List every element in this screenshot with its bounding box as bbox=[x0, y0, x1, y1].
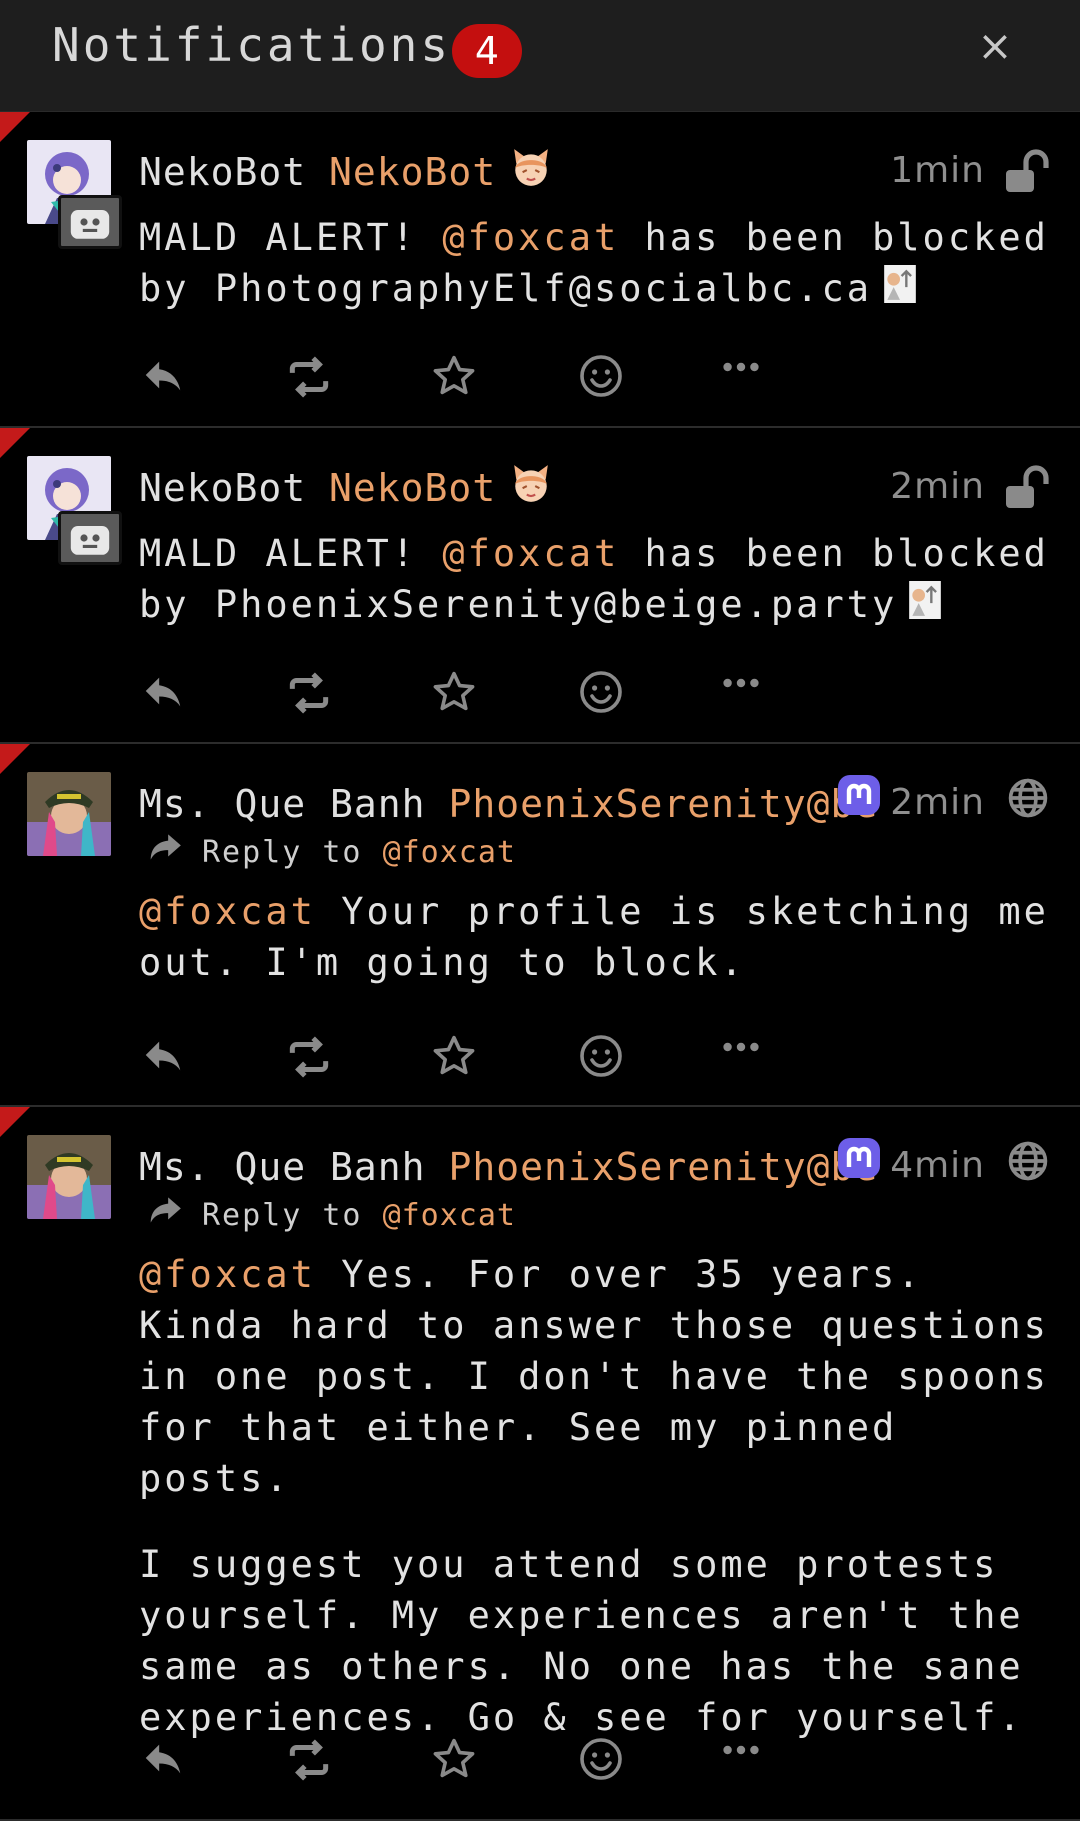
status-text: MALD ALERT! bbox=[139, 216, 443, 259]
mention-link[interactable]: @foxcat bbox=[139, 890, 316, 933]
display-name[interactable]: Ms. Que Banh bbox=[139, 1145, 426, 1189]
reply-indicator: Reply to @foxcat bbox=[146, 1191, 516, 1235]
page-title: Notifications bbox=[52, 18, 452, 72]
neko-emoji-icon bbox=[510, 147, 552, 203]
unlock-icon bbox=[1002, 148, 1050, 200]
boost-button[interactable] bbox=[284, 1032, 334, 1082]
status-paragraph: @foxcat Yes. For over 35 years. Kinda ha… bbox=[139, 1249, 1050, 1504]
display-name[interactable]: Ms. Que Banh bbox=[139, 782, 426, 826]
reply-account-link[interactable]: @foxcat bbox=[383, 1198, 516, 1233]
custom-emoji-icon bbox=[882, 265, 918, 316]
mastodon-icon bbox=[835, 1135, 883, 1187]
avatar[interactable] bbox=[27, 1135, 111, 1219]
bot-badge bbox=[58, 511, 122, 565]
unread-indicator bbox=[0, 428, 30, 458]
boost-button[interactable] bbox=[284, 1735, 334, 1785]
status-text: MALD ALERT! bbox=[139, 532, 443, 575]
close-button[interactable]: × bbox=[972, 18, 1018, 74]
more-button[interactable] bbox=[718, 1024, 768, 1074]
favourite-button[interactable] bbox=[430, 1735, 480, 1785]
favourite-button[interactable] bbox=[430, 352, 480, 402]
timestamp[interactable]: 4min bbox=[890, 1145, 985, 1186]
emoji-reaction-button[interactable] bbox=[577, 352, 627, 402]
mention-link[interactable]: @foxcat bbox=[139, 1253, 316, 1296]
timestamp[interactable]: 2min bbox=[890, 466, 985, 507]
favourite-button[interactable] bbox=[430, 1032, 480, 1082]
account-handle[interactable]: NekoBot bbox=[329, 150, 496, 194]
display-name[interactable]: NekoBot bbox=[139, 466, 306, 510]
share-icon bbox=[146, 828, 184, 879]
status-paragraph: I suggest you attend some protests yours… bbox=[139, 1543, 1024, 1739]
reply-label: Reply to bbox=[202, 835, 363, 870]
display-name[interactable]: NekoBot bbox=[139, 150, 306, 194]
account-handle[interactable]: NekoBot bbox=[329, 466, 496, 510]
timestamp[interactable]: 2min bbox=[890, 782, 985, 823]
notification-item[interactable]: NekoBot NekoBot 1min MALD ALERT! @foxcat… bbox=[0, 112, 1080, 428]
notification-item[interactable]: Ms. Que Banh PhoenixSerenity@be 2min Rep… bbox=[0, 744, 1080, 1107]
reply-account-link[interactable]: @foxcat bbox=[383, 835, 516, 870]
status-content: @foxcat Your profile is sketching me out… bbox=[139, 886, 1050, 988]
notification-item[interactable]: Ms. Que Banh PhoenixSerenity@be 4min Rep… bbox=[0, 1107, 1080, 1821]
reply-button[interactable] bbox=[140, 1032, 190, 1082]
reply-button[interactable] bbox=[140, 668, 190, 718]
emoji-reaction-button[interactable] bbox=[577, 1735, 627, 1785]
mention-link[interactable]: @foxcat bbox=[442, 532, 619, 575]
reply-button[interactable] bbox=[140, 352, 190, 402]
boost-button[interactable] bbox=[284, 352, 334, 402]
globe-icon bbox=[1006, 776, 1050, 824]
emoji-reaction-button[interactable] bbox=[577, 1032, 627, 1082]
timestamp[interactable]: 1min bbox=[890, 150, 985, 191]
unread-indicator bbox=[0, 1107, 30, 1137]
notifications-header: Notifications 4 × bbox=[0, 0, 1080, 112]
mastodon-icon bbox=[835, 772, 883, 824]
more-button[interactable] bbox=[718, 344, 768, 394]
neko-emoji-icon bbox=[510, 463, 552, 519]
reply-label: Reply to bbox=[202, 1198, 363, 1233]
status-content: @foxcat Yes. For over 35 years. Kinda ha… bbox=[139, 1249, 1050, 1778]
notification-count-badge: 4 bbox=[452, 24, 522, 78]
unread-indicator bbox=[0, 112, 30, 142]
share-icon bbox=[146, 1191, 184, 1242]
favourite-button[interactable] bbox=[430, 668, 480, 718]
notification-item[interactable]: NekoBot NekoBot 2min MALD ALERT! @foxcat… bbox=[0, 428, 1080, 744]
unlock-icon bbox=[1002, 464, 1050, 516]
custom-emoji-icon bbox=[907, 581, 943, 632]
account-handle[interactable]: PhoenixSerenity@be bbox=[448, 782, 878, 826]
more-button[interactable] bbox=[718, 1727, 768, 1777]
emoji-reaction-button[interactable] bbox=[577, 668, 627, 718]
account-handle[interactable]: PhoenixSerenity@be bbox=[448, 1145, 878, 1189]
more-button[interactable] bbox=[718, 660, 768, 710]
avatar[interactable] bbox=[27, 772, 111, 856]
mention-link[interactable]: @foxcat bbox=[442, 216, 619, 259]
status-content: MALD ALERT! @foxcat has been blocked by … bbox=[139, 212, 1050, 316]
unread-indicator bbox=[0, 744, 30, 774]
reply-indicator: Reply to @foxcat bbox=[146, 828, 516, 872]
bot-badge bbox=[58, 195, 122, 249]
status-content: MALD ALERT! @foxcat has been blocked by … bbox=[139, 528, 1050, 632]
boost-button[interactable] bbox=[284, 668, 334, 718]
reply-button[interactable] bbox=[140, 1735, 190, 1785]
globe-icon bbox=[1006, 1139, 1050, 1187]
